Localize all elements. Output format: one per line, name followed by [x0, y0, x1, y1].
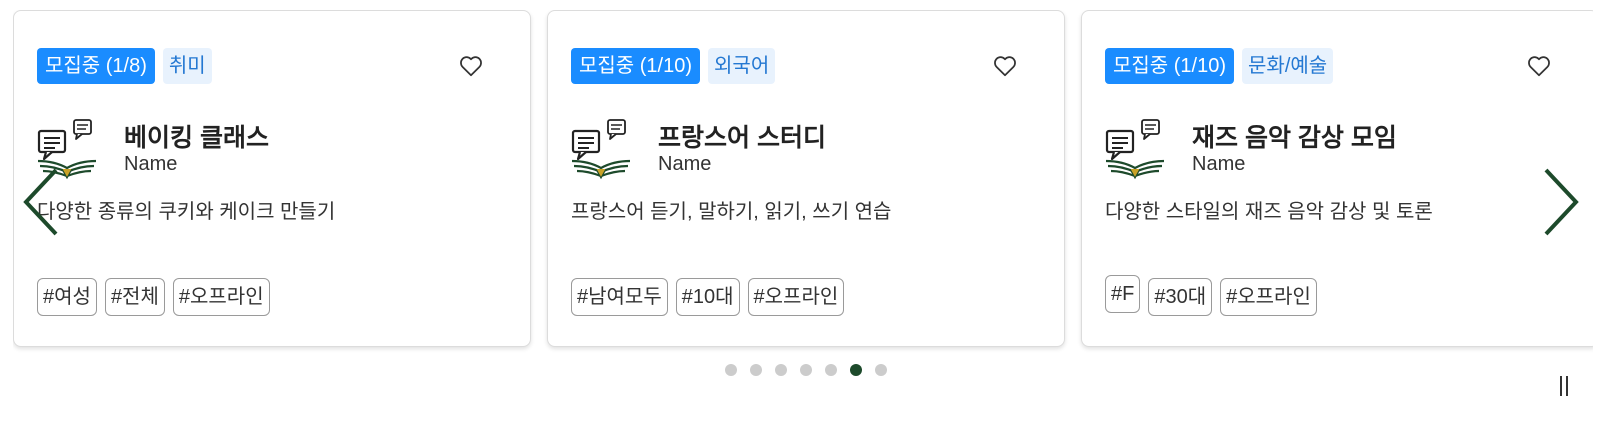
- card-badges: 모집중 (1/10) 외국어: [571, 48, 776, 84]
- pagination-dot[interactable]: [775, 364, 787, 376]
- card-description: 다양한 스타일의 재즈 음악 감상 및 토론: [1105, 201, 1433, 223]
- hashtag: #오프라인: [1220, 278, 1317, 316]
- hashtag: #10대: [675, 278, 740, 316]
- card-title: 프랑스어 스터디: [658, 124, 826, 152]
- chevron-right-icon[interactable]: [1540, 166, 1584, 238]
- card-tags: #여성 #전체 #오프라인: [37, 278, 270, 316]
- hashtag: #오프라인: [172, 278, 270, 316]
- carousel: 모집중 (1/8) 취미 베이킹 클래스 Name 다양한 종류의 쿠키와 케이…: [0, 0, 1609, 427]
- hashtag: #F: [1105, 275, 1141, 313]
- carousel-track: 모집중 (1/8) 취미 베이킹 클래스 Name 다양한 종류의 쿠키와 케이…: [13, 10, 1593, 360]
- card-badges: 모집중 (1/8) 취미: [37, 48, 212, 84]
- pagination-dots: [725, 364, 887, 376]
- pagination-dot[interactable]: [725, 364, 737, 376]
- hashtag: #오프라인: [747, 278, 845, 316]
- card-description: 프랑스어 듣기, 말하기, 읽기, 쓰기 연습: [571, 201, 892, 223]
- hashtag: #30대: [1148, 278, 1213, 316]
- category-badge: 문화/예술: [1242, 48, 1334, 84]
- group-card[interactable]: 모집중 (1/10) 외국어 프랑스어 스터디 Name 프랑스어 듣기, 말하…: [547, 10, 1065, 347]
- pause-icon[interactable]: [1554, 374, 1574, 398]
- heart-icon[interactable]: [992, 53, 1018, 79]
- card-subtitle: Name: [1192, 153, 1246, 175]
- status-badge: 모집중 (1/10): [571, 48, 701, 84]
- card-subtitle: Name: [124, 153, 178, 175]
- pagination-dot[interactable]: [825, 364, 837, 376]
- heart-icon[interactable]: [1526, 53, 1552, 79]
- pagination-dot[interactable]: [850, 364, 862, 376]
- hashtag: #전체: [104, 278, 165, 316]
- card-title: 베이킹 클래스: [124, 124, 269, 152]
- pagination-dot[interactable]: [800, 364, 812, 376]
- status-badge: 모집중 (1/8): [37, 48, 155, 84]
- card-tags: #F #30대 #오프라인: [1105, 275, 1317, 316]
- group-card[interactable]: 모집중 (1/8) 취미 베이킹 클래스 Name 다양한 종류의 쿠키와 케이…: [13, 10, 531, 347]
- chevron-left-icon[interactable]: [18, 166, 62, 238]
- chat-bubbles-wings-icon: [1105, 119, 1165, 180]
- pagination-dot[interactable]: [875, 364, 887, 376]
- status-badge: 모집중 (1/10): [1105, 48, 1235, 84]
- chat-bubbles-wings-icon: [571, 119, 631, 180]
- heart-icon[interactable]: [458, 53, 484, 79]
- group-card[interactable]: 모집중 (1/10) 문화/예술 재즈 음악 감상 모임 Name 다양한 스타…: [1081, 10, 1593, 347]
- card-badges: 모집중 (1/10) 문화/예술: [1105, 48, 1334, 84]
- pagination-dot[interactable]: [750, 364, 762, 376]
- category-badge: 취미: [162, 48, 212, 84]
- hashtag: #남여모두: [571, 278, 668, 316]
- category-badge: 외국어: [708, 48, 776, 84]
- card-description: 다양한 종류의 쿠키와 케이크 만들기: [37, 201, 336, 223]
- card-tags: #남여모두 #10대 #오프라인: [571, 278, 845, 316]
- card-subtitle: Name: [658, 153, 712, 175]
- card-title: 재즈 음악 감상 모임: [1192, 124, 1397, 152]
- hashtag: #여성: [37, 278, 97, 316]
